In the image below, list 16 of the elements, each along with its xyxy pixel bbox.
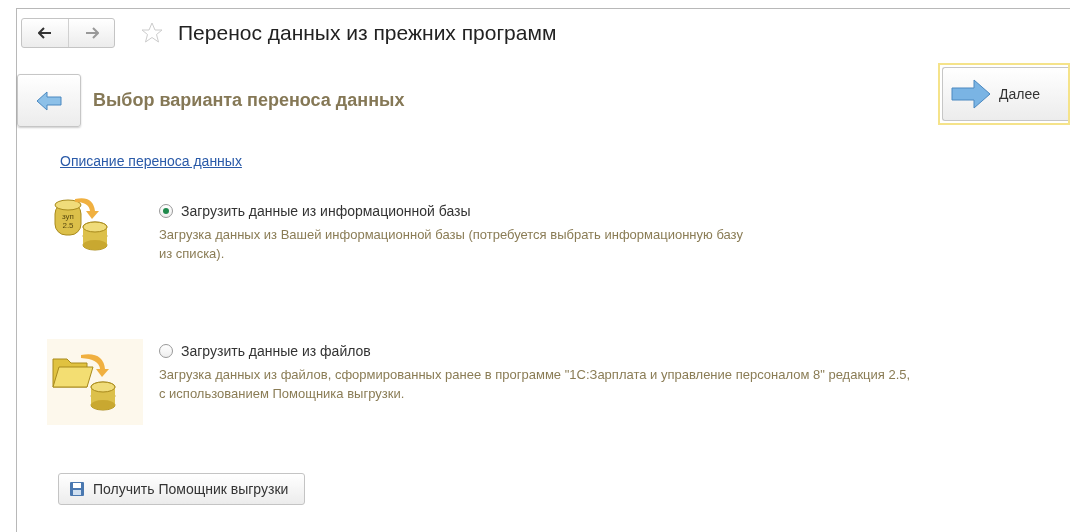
- window-title: Перенос данных из прежних программ: [178, 21, 557, 45]
- folder-transfer-icon: [47, 339, 143, 425]
- back-step-button[interactable]: [17, 74, 81, 127]
- option-description: Загрузка данных из файлов, сформированных ранее в программе "1С:Зарплата и управление персоналом 8" редакция 2.5, с использованием Помощника выгрузки.: [159, 366, 912, 403]
- arrow-left-icon: [36, 90, 62, 111]
- arrow-right-icon: [84, 27, 99, 39]
- arrow-right-icon: [951, 78, 991, 109]
- star-icon[interactable]: [140, 21, 164, 45]
- step-title: Выбор варианта переноса данных: [93, 90, 406, 111]
- radio-option[interactable]: Загрузить данные из файлов: [159, 343, 919, 359]
- arrow-left-icon: [38, 27, 52, 39]
- option-description: Загрузка данных из Вашей информационной базы (потребуется выбрать информационную базу из списка).: [159, 226, 744, 263]
- get-assistant-button[interactable]: Получить Помощник выгрузки: [58, 473, 306, 505]
- description-link[interactable]: Описание переноса данных: [60, 153, 242, 169]
- next-button[interactable]: Далее: [942, 66, 1068, 121]
- radio-option[interactable]: Загрузить данные из информационной базы: [159, 203, 759, 219]
